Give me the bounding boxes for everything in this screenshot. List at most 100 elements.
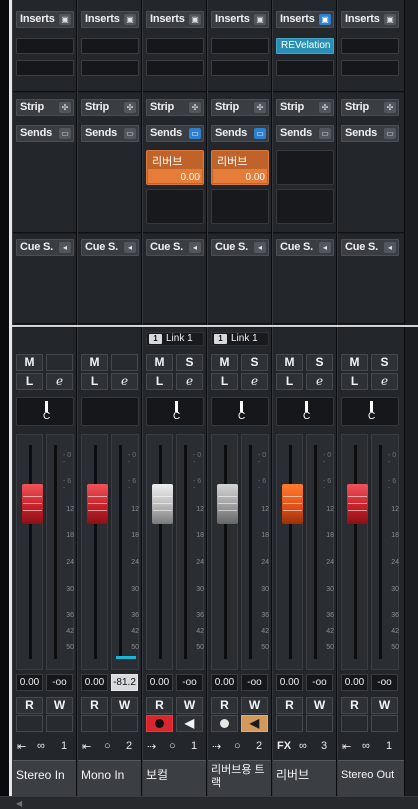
strip-header[interactable]: Strip ✣ xyxy=(146,99,204,116)
speaker-icon[interactable]: ◂ xyxy=(124,242,136,253)
strip-header[interactable]: Strip ✣ xyxy=(276,99,334,116)
insert-rack-icon[interactable]: ▣ xyxy=(254,14,266,25)
volume-fader-track[interactable] xyxy=(16,434,43,670)
send-slot-1[interactable]: 리버브 0.00 xyxy=(146,150,204,185)
inserts-header[interactable]: Inserts ▣ xyxy=(341,11,399,28)
insert-rack-icon[interactable]: ▣ xyxy=(124,14,136,25)
volume-fader-handle[interactable] xyxy=(347,484,368,524)
insert-slot-2[interactable] xyxy=(146,60,204,76)
solo-button[interactable]: S xyxy=(241,354,268,371)
sends-header[interactable]: Sends ▭ xyxy=(211,125,269,142)
cue-sends-header[interactable]: Cue S. ◂ xyxy=(211,239,269,256)
monitor-icon[interactable]: ▭ xyxy=(254,128,266,139)
cue-sends-header[interactable]: Cue S. ◂ xyxy=(146,239,204,256)
peak-value[interactable]: -oo xyxy=(46,674,73,691)
listen-button[interactable]: L xyxy=(146,373,173,390)
write-automation-button[interactable]: W xyxy=(111,697,138,714)
peak-value[interactable]: -oo xyxy=(176,674,203,691)
inserts-header[interactable]: Inserts ▣ xyxy=(81,11,139,28)
insert-slot-1[interactable] xyxy=(211,38,269,54)
listen-button[interactable]: L xyxy=(16,373,43,390)
mute-button[interactable]: M xyxy=(276,354,303,371)
channel-name-plate[interactable]: Stereo Out xyxy=(338,760,404,796)
read-automation-button[interactable]: R xyxy=(81,697,108,714)
left-zone-divider[interactable] xyxy=(0,0,12,809)
insert-slot-1[interactable] xyxy=(341,38,399,54)
insert-slot-2[interactable] xyxy=(276,60,334,76)
cue-sends-header[interactable]: Cue S. ◂ xyxy=(341,239,399,256)
mute-button[interactable]: M xyxy=(146,354,173,371)
solo-button[interactable]: S xyxy=(306,354,333,371)
volume-fader-handle[interactable] xyxy=(87,484,108,524)
sends-header[interactable]: Sends ▭ xyxy=(146,125,204,142)
inserts-header[interactable]: Inserts ▣ xyxy=(276,11,334,28)
read-automation-button[interactable]: R xyxy=(16,697,43,714)
horizontal-scrollbar[interactable]: ◀ xyxy=(0,796,418,809)
monitor-icon[interactable]: ▭ xyxy=(384,128,396,139)
speaker-icon[interactable]: ◂ xyxy=(254,242,266,253)
strip-rack-icon[interactable]: ✣ xyxy=(59,102,71,113)
volume-fader-handle[interactable] xyxy=(217,484,238,524)
peak-value[interactable]: -81.2 xyxy=(111,674,138,691)
fader-value[interactable]: 0.00 xyxy=(276,674,303,691)
inserts-header[interactable]: Inserts ▣ xyxy=(146,11,204,28)
fader-value[interactable]: 0.00 xyxy=(16,674,43,691)
insert-slot-2[interactable] xyxy=(81,60,139,76)
input-routing-icon[interactable]: ⇤ xyxy=(82,740,91,753)
edit-channel-button[interactable]: e xyxy=(371,373,398,390)
sends-header[interactable]: Sends ▭ xyxy=(16,125,74,142)
write-automation-button[interactable]: W xyxy=(241,697,268,714)
volume-fader-track[interactable] xyxy=(81,434,108,670)
channel-name-plate[interactable]: Mono In xyxy=(78,760,141,796)
section-divider[interactable] xyxy=(12,325,418,327)
insert-slot-revelation[interactable]: REVelation xyxy=(276,38,334,54)
cue-sends-header[interactable]: Cue S. ◂ xyxy=(276,239,334,256)
pan-control[interactable]: C xyxy=(276,397,334,426)
inserts-header[interactable]: Inserts ▣ xyxy=(211,11,269,28)
strip-rack-icon[interactable]: ✣ xyxy=(254,102,266,113)
listen-button[interactable]: L xyxy=(81,373,108,390)
pan-control[interactable] xyxy=(81,397,139,426)
pan-control[interactable]: C xyxy=(341,397,399,426)
volume-fader-track[interactable] xyxy=(276,434,303,670)
mute-button[interactable]: M xyxy=(16,354,43,371)
insert-rack-icon[interactable]: ▣ xyxy=(384,14,396,25)
speaker-icon[interactable]: ◂ xyxy=(59,242,71,253)
sends-header[interactable]: Sends ▭ xyxy=(276,125,334,142)
strip-header[interactable]: Strip ✣ xyxy=(211,99,269,116)
pan-control[interactable]: C xyxy=(146,397,204,426)
insert-slot-2[interactable] xyxy=(16,60,74,76)
send-slot-2[interactable] xyxy=(211,189,269,224)
speaker-icon[interactable]: ◂ xyxy=(189,242,201,253)
insert-rack-icon[interactable]: ▣ xyxy=(59,14,71,25)
monitor-icon[interactable]: ▭ xyxy=(124,128,136,139)
volume-fader-handle[interactable] xyxy=(282,484,303,524)
cue-sends-header[interactable]: Cue S. ◂ xyxy=(81,239,139,256)
strip-rack-icon[interactable]: ✣ xyxy=(319,102,331,113)
volume-fader-track[interactable] xyxy=(341,434,368,670)
listen-button[interactable]: L xyxy=(341,373,368,390)
send-slot-2[interactable] xyxy=(276,189,334,224)
input-routing-icon[interactable]: ⇤ xyxy=(17,740,26,753)
volume-fader-handle[interactable] xyxy=(152,484,173,524)
monitor-icon[interactable]: ▭ xyxy=(319,128,331,139)
read-automation-button[interactable]: R xyxy=(211,697,238,714)
monitor-button[interactable]: ◀︎ xyxy=(241,715,268,732)
cue-sends-header[interactable]: Cue S. ◂ xyxy=(16,239,74,256)
edit-channel-button[interactable]: e xyxy=(176,373,203,390)
listen-button[interactable]: L xyxy=(276,373,303,390)
edit-channel-button[interactable]: e xyxy=(241,373,268,390)
send-slot-1[interactable] xyxy=(276,150,334,185)
write-automation-button[interactable]: W xyxy=(176,697,203,714)
volume-fader-track[interactable] xyxy=(211,434,238,670)
link-group-indicator[interactable]: 1 Link 1 xyxy=(211,332,269,346)
read-automation-button[interactable]: R xyxy=(146,697,173,714)
output-routing-icon[interactable]: ⇤ xyxy=(342,740,351,753)
insert-slot-2[interactable] xyxy=(211,60,269,76)
record-enable-button[interactable] xyxy=(211,715,238,732)
monitor-button[interactable]: ◀︎ xyxy=(176,715,203,732)
volume-fader-handle[interactable] xyxy=(22,484,43,524)
channel-name-plate[interactable]: 리버브용 트랙 xyxy=(208,760,271,796)
channel-name-plate[interactable]: 리버브 xyxy=(273,760,336,796)
fader-value[interactable]: 0.00 xyxy=(341,674,368,691)
